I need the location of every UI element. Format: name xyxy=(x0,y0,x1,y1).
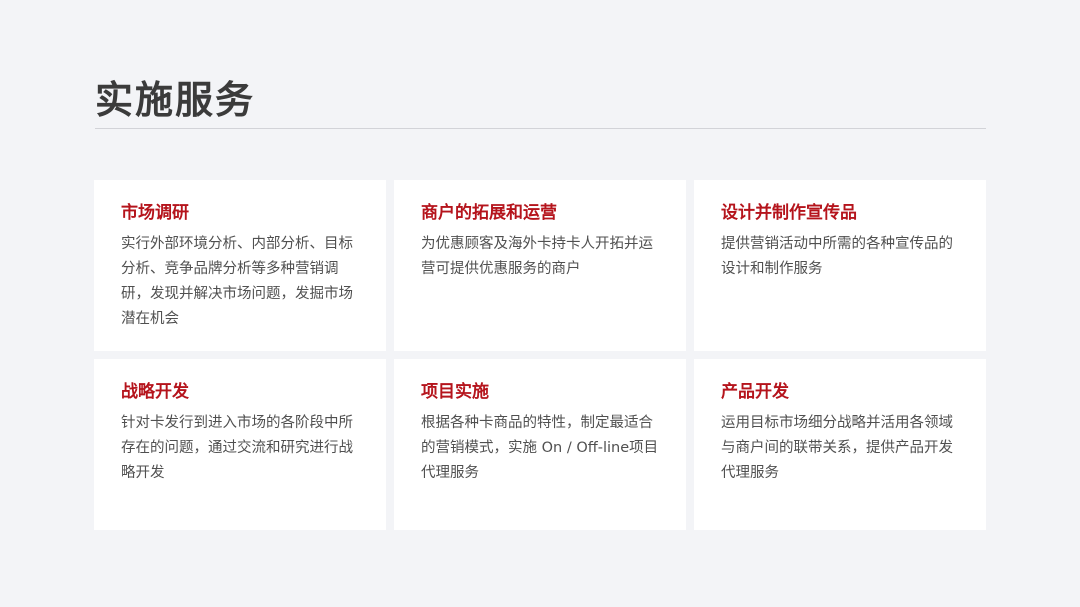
card-title: 产品开发 xyxy=(721,382,789,402)
card-description: 运用目标市场细分战略并活用各领域与商户间的联带关系，提供产品开发代理服务 xyxy=(721,415,953,481)
card-description: 提供营销活动中所需的各种宣传品的设计和制作服务 xyxy=(721,236,953,277)
service-card-project-implementation: 项目实施 根据各种卡商品的特性，制定最适合的营销模式，实施 On / Off-l… xyxy=(394,359,686,530)
card-title: 商户的拓展和运营 xyxy=(421,203,557,223)
slide: 实施服务 市场调研 实行外部环境分析、内部分析、目标分析、竞争品牌分析等多种营销… xyxy=(0,0,1080,607)
service-card-promo-materials: 设计并制作宣传品 提供营销活动中所需的各种宣传品的设计和制作服务 xyxy=(694,180,986,351)
card-title: 战略开发 xyxy=(121,382,189,402)
title-divider xyxy=(95,128,986,129)
card-title: 项目实施 xyxy=(421,382,489,402)
card-description: 实行外部环境分析、内部分析、目标分析、竞争品牌分析等多种营销调研，发现并解决市场… xyxy=(121,236,353,327)
card-description: 根据各种卡商品的特性，制定最适合的营销模式，实施 On / Off-line项目… xyxy=(421,415,659,481)
card-title: 市场调研 xyxy=(121,203,189,223)
card-title: 设计并制作宣传品 xyxy=(721,203,857,223)
page-title: 实施服务 xyxy=(95,77,256,122)
service-card-merchant-expansion: 商户的拓展和运营 为优惠顾客及海外卡持卡人开拓并运营可提供优惠服务的商户 xyxy=(394,180,686,351)
service-card-product-development: 产品开发 运用目标市场细分战略并活用各领域与商户间的联带关系，提供产品开发代理服… xyxy=(694,359,986,530)
service-card-market-research: 市场调研 实行外部环境分析、内部分析、目标分析、竞争品牌分析等多种营销调研，发现… xyxy=(94,180,386,351)
service-card-strategy-development: 战略开发 针对卡发行到进入市场的各阶段中所存在的问题，通过交流和研究进行战略开发 xyxy=(94,359,386,530)
card-description: 为优惠顾客及海外卡持卡人开拓并运营可提供优惠服务的商户 xyxy=(421,236,653,277)
card-description: 针对卡发行到进入市场的各阶段中所存在的问题，通过交流和研究进行战略开发 xyxy=(121,415,353,481)
